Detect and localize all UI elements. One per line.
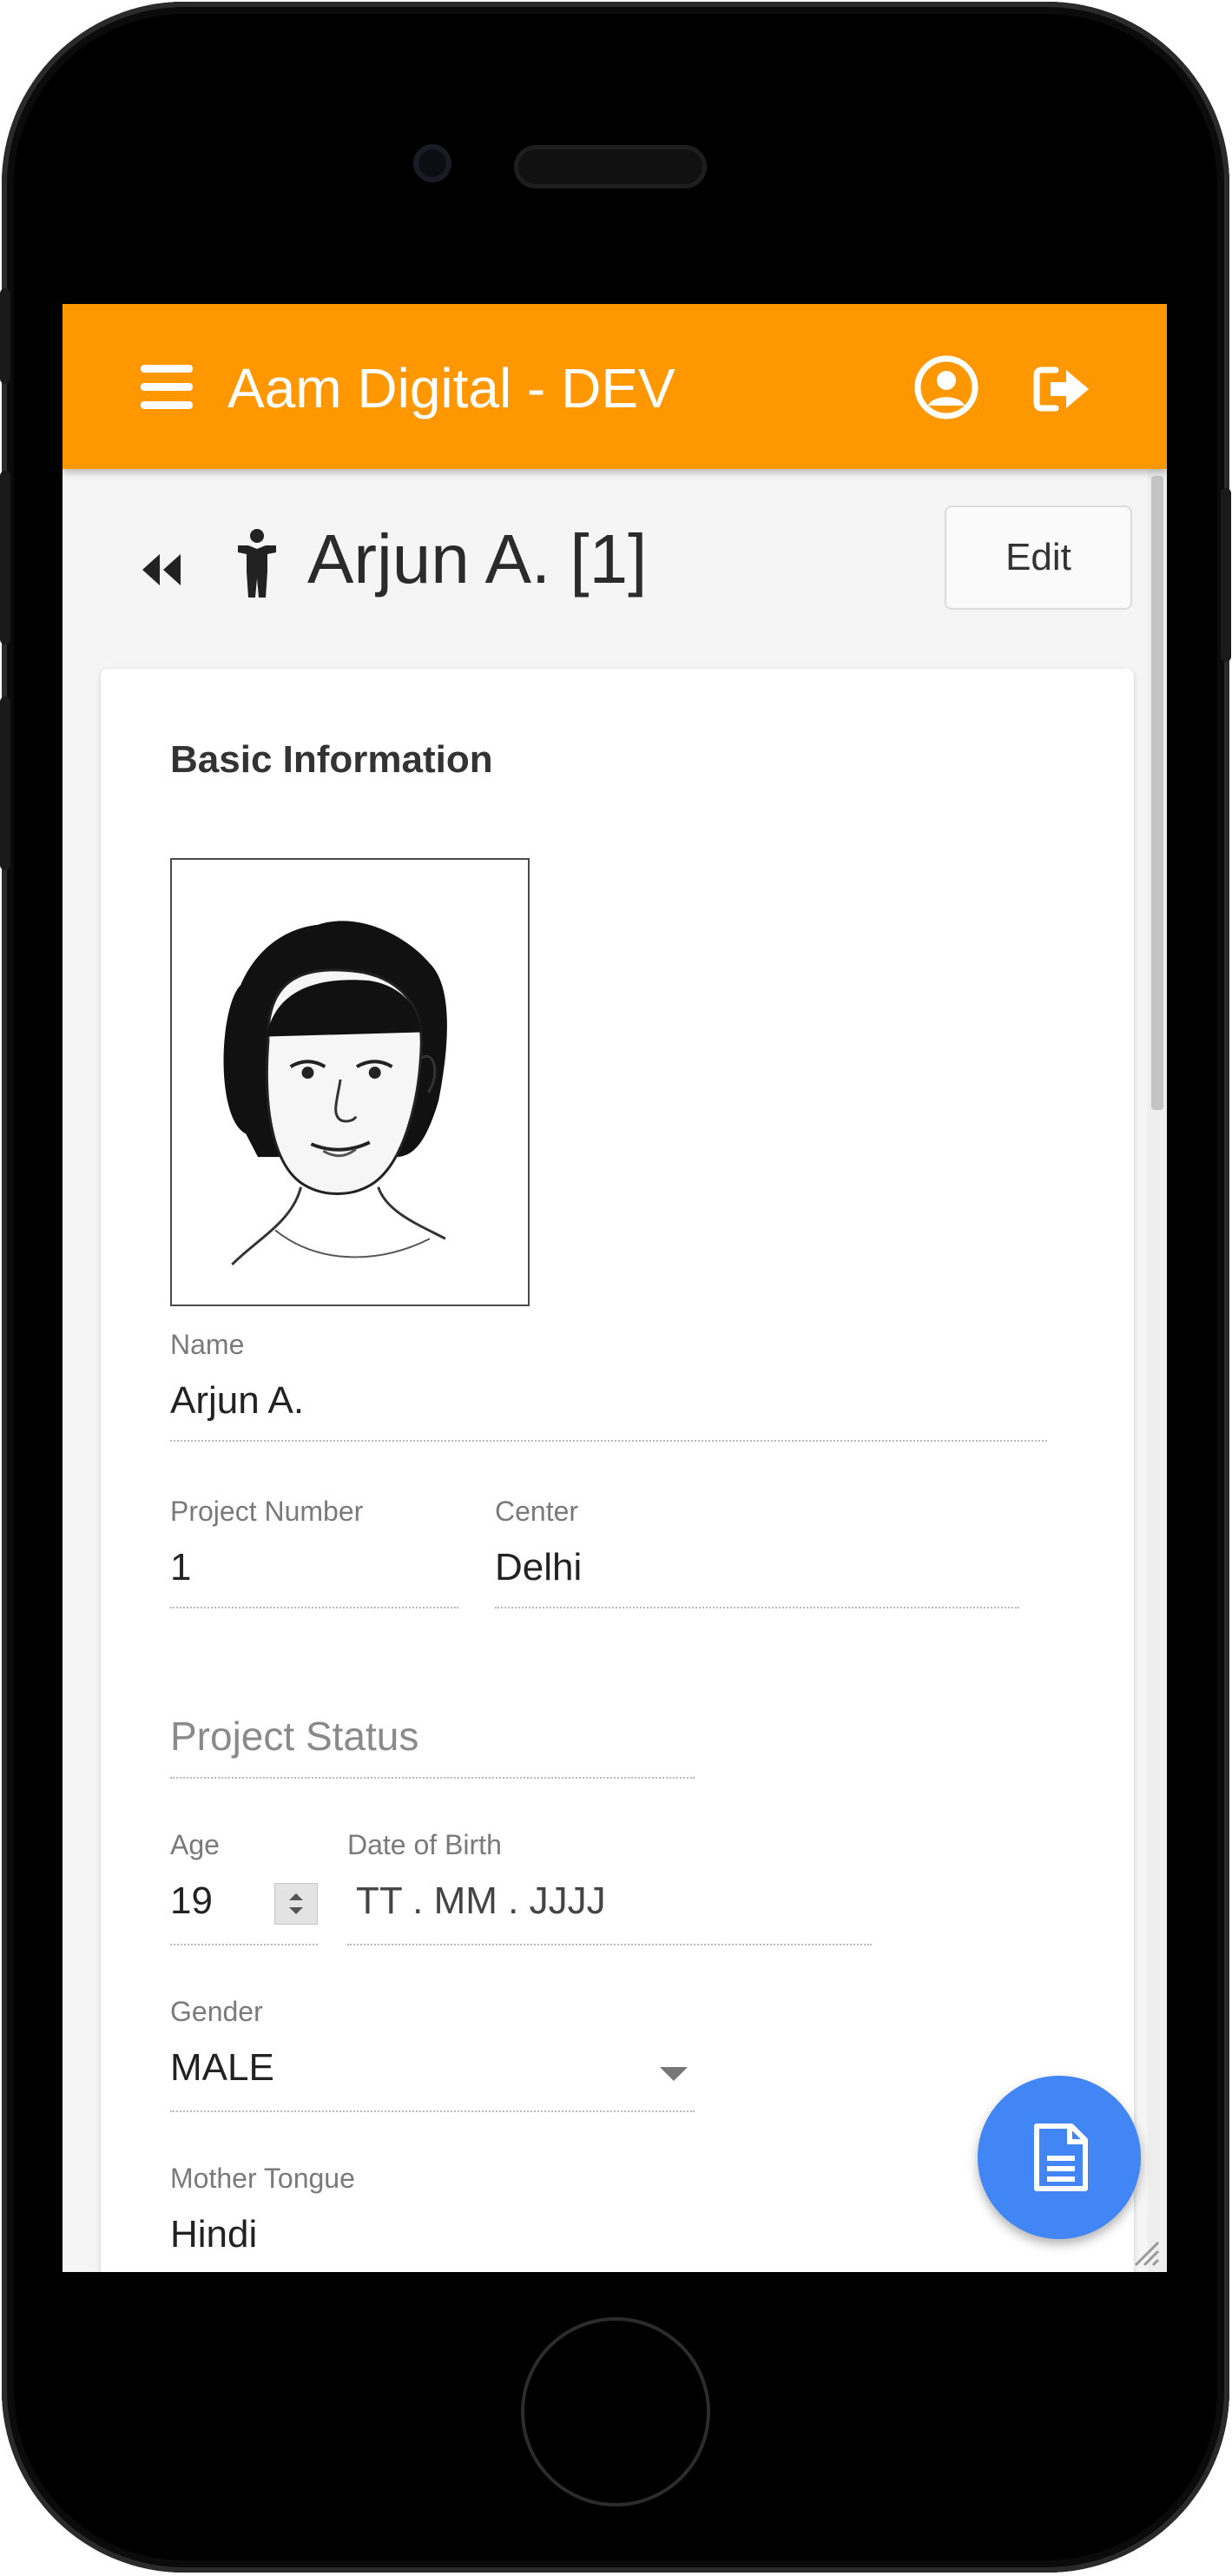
- mother-tongue-value[interactable]: Hindi: [170, 2213, 257, 2256]
- gender-underline: [170, 2110, 695, 2112]
- phone-side-button: [0, 288, 10, 384]
- logout-icon[interactable]: [1033, 365, 1092, 413]
- child-photo[interactable]: [170, 858, 530, 1306]
- age-stepper[interactable]: [274, 1883, 318, 1925]
- age-underline: [170, 1944, 318, 1945]
- center-label: Center: [495, 1496, 579, 1527]
- project-status-field[interactable]: Project Status: [170, 1713, 418, 1760]
- scrollbar-thumb[interactable]: [1151, 476, 1163, 1110]
- chevron-down-icon[interactable]: [660, 2067, 688, 2081]
- app-screen: Aam Digital - DEV Arjun A. [1] Edit Basi…: [63, 304, 1167, 2272]
- name-label: Name: [170, 1329, 245, 1360]
- app-toolbar: Aam Digital - DEV: [63, 304, 1167, 469]
- age-label: Age: [170, 1829, 220, 1860]
- stepper-arrows-icon: [289, 1893, 303, 1914]
- project-number-underline: [170, 1607, 458, 1608]
- double-chevron-left-icon[interactable]: [139, 551, 184, 589]
- home-button[interactable]: [521, 2317, 710, 2507]
- page-title: Arjun A. [1]: [307, 520, 648, 598]
- phone-side-button: [0, 471, 10, 644]
- report-fab-button[interactable]: [978, 2076, 1141, 2239]
- gender-select[interactable]: MALE: [170, 2046, 274, 2090]
- name-value[interactable]: Arjun A.: [170, 1379, 304, 1423]
- resize-handle-icon[interactable]: [1129, 2236, 1160, 2267]
- menu-icon[interactable]: [141, 365, 193, 410]
- mother-tongue-label: Mother Tongue: [170, 2163, 355, 2194]
- account-circle-icon[interactable]: [913, 354, 979, 420]
- child-icon: [238, 529, 276, 598]
- gender-label: Gender: [170, 1996, 263, 2027]
- name-underline: [170, 1440, 1047, 1442]
- center-underline: [495, 1607, 1019, 1608]
- edit-button[interactable]: Edit: [945, 505, 1132, 610]
- document-icon: [1034, 2124, 1088, 2191]
- project-status-underline: [170, 1777, 695, 1779]
- earpiece-speaker: [514, 145, 707, 188]
- dob-label: Date of Birth: [347, 1829, 502, 1860]
- dob-underline: [347, 1944, 872, 1945]
- page-scrollbar[interactable]: [1148, 469, 1167, 2272]
- front-camera: [413, 144, 451, 182]
- phone-side-button: [0, 697, 10, 870]
- section-title: Basic Information: [170, 738, 493, 781]
- app-title: Aam Digital - DEV: [227, 357, 675, 419]
- phone-side-button: [1221, 488, 1231, 662]
- project-number-label: Project Number: [170, 1496, 364, 1527]
- project-number-value[interactable]: 1: [170, 1546, 191, 1589]
- center-value[interactable]: Delhi: [495, 1546, 582, 1589]
- age-value[interactable]: 19: [170, 1879, 213, 1923]
- dob-input[interactable]: TT . MM . JJJJ: [356, 1879, 606, 1923]
